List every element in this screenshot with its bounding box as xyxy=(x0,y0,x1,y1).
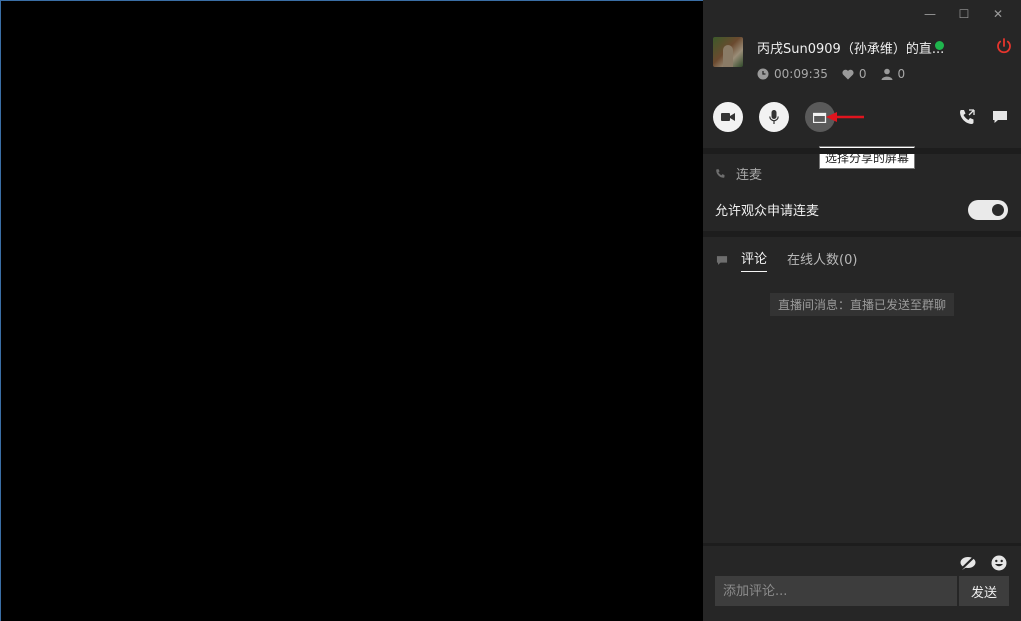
duration-stat: 00:09:35 xyxy=(757,67,828,81)
live-stats: 00:09:35 0 0 xyxy=(757,67,919,81)
allow-link-mic-toggle[interactable] xyxy=(968,200,1008,220)
link-mic-title: 连麦 xyxy=(736,168,763,183)
microphone-icon xyxy=(769,110,779,124)
red-arrow-icon xyxy=(826,112,864,122)
comment-input[interactable] xyxy=(715,576,957,606)
section-divider xyxy=(703,231,1021,237)
send-button[interactable]: 发送 xyxy=(958,576,1009,606)
minimize-button[interactable]: — xyxy=(913,4,947,24)
video-camera-icon xyxy=(721,113,735,121)
screen-share-icon xyxy=(813,112,827,123)
section-divider xyxy=(703,148,1021,154)
camera-button[interactable] xyxy=(713,102,743,132)
host-info: 丙戌Sun0909（孙承维）的直... 00:09:35 0 0 xyxy=(713,36,1013,96)
heart-icon xyxy=(842,69,854,79)
system-message: 直播间消息：直播已发送至群聊 xyxy=(770,293,955,316)
live-status-dot xyxy=(935,41,944,50)
person-icon xyxy=(881,68,893,80)
emoji-icon[interactable] xyxy=(990,554,1008,572)
no-comment-icon[interactable] xyxy=(959,554,977,572)
likes-stat: 0 xyxy=(842,67,867,81)
comment-composer: 发送 xyxy=(703,543,1021,621)
comment-tabs: 评论 在线人数(0) xyxy=(715,248,877,272)
phone-small-icon xyxy=(716,169,725,178)
comment-icon xyxy=(716,255,728,265)
maximize-button[interactable]: ☐ xyxy=(947,4,981,24)
viewers-value: 0 xyxy=(897,67,906,81)
link-mic-header: 连麦 xyxy=(715,164,762,183)
viewers-stat: 0 xyxy=(881,67,906,81)
allow-link-mic-label: 允许观众申请连麦 xyxy=(715,204,820,219)
host-name: 丙戌Sun0909（孙承维）的直... xyxy=(757,42,945,57)
window-controls: — ☐ ✕ xyxy=(913,4,1015,24)
tab-comments[interactable]: 评论 xyxy=(741,248,768,272)
likes-value: 0 xyxy=(858,67,867,81)
chat-bubble-icon[interactable] xyxy=(991,108,1009,126)
live-video-area xyxy=(1,1,704,621)
tab-online-count[interactable]: 在线人数(0) xyxy=(787,249,857,272)
avatar[interactable] xyxy=(713,37,743,67)
power-icon[interactable] xyxy=(995,37,1013,55)
duration-value: 00:09:35 xyxy=(774,67,828,81)
phone-icon[interactable] xyxy=(958,108,976,126)
close-button[interactable]: ✕ xyxy=(981,4,1015,24)
clock-icon xyxy=(757,68,769,80)
microphone-button[interactable] xyxy=(759,102,789,132)
